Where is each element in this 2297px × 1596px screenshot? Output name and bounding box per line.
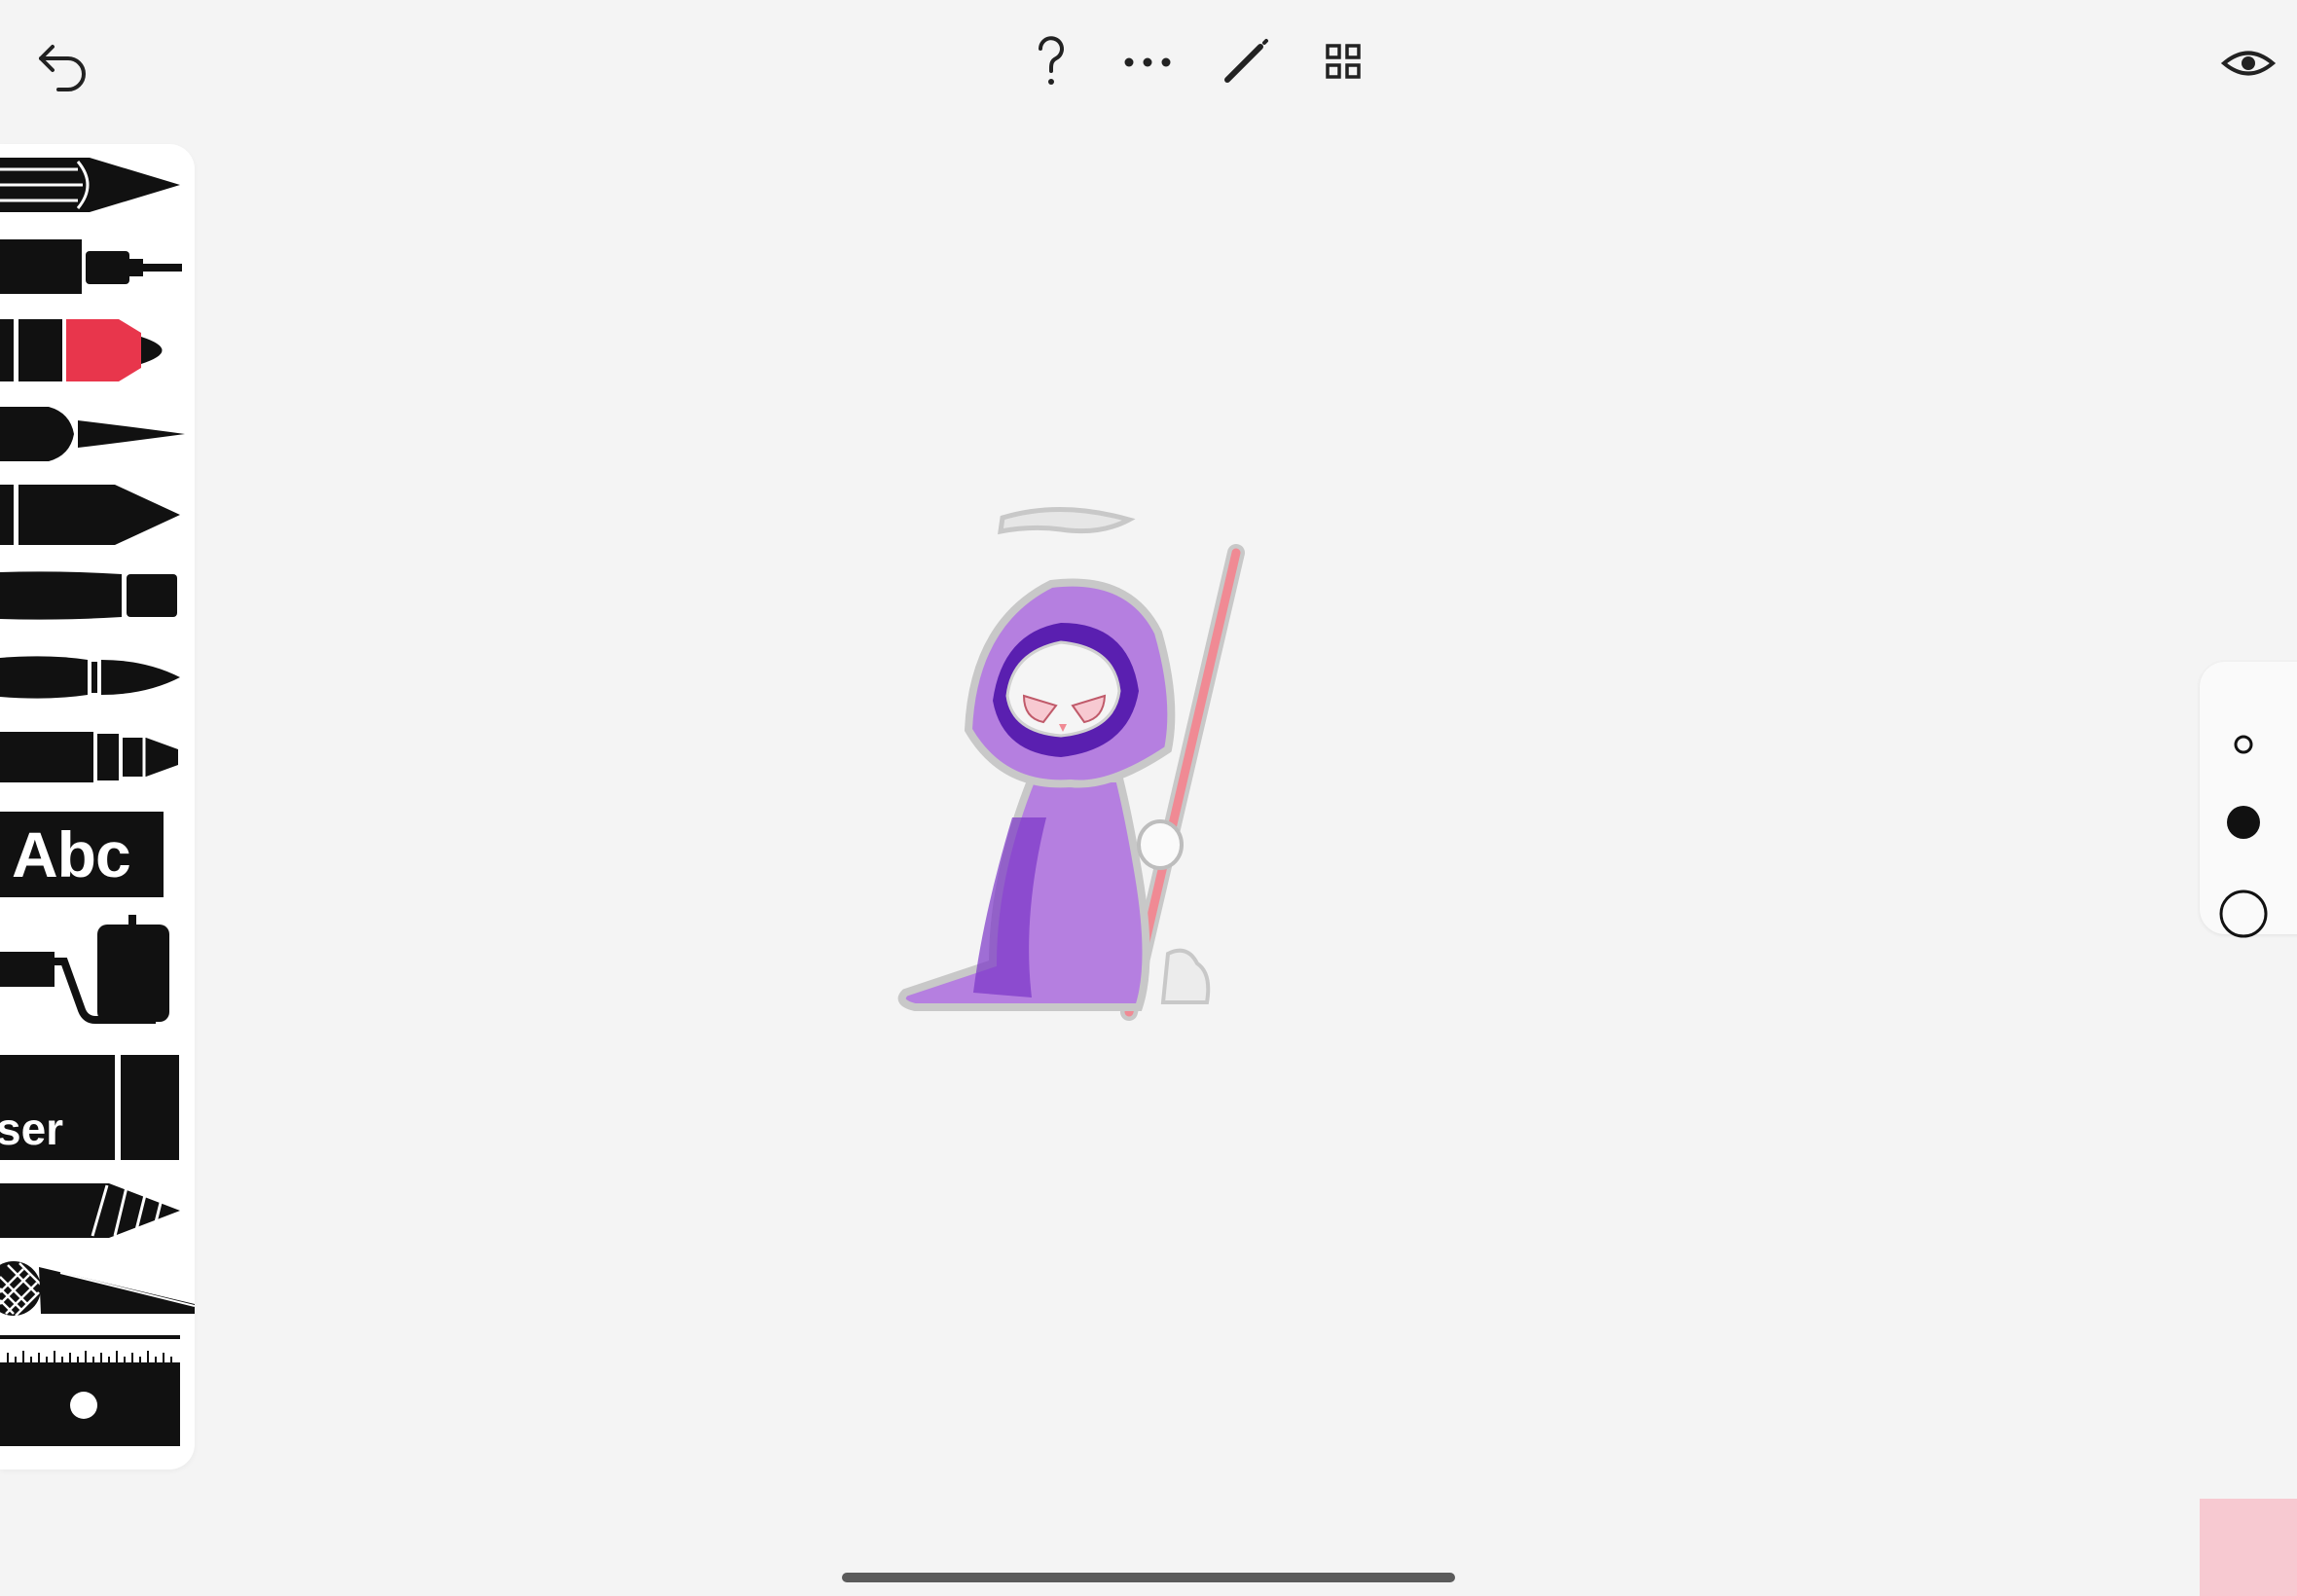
brush-size-panel — [2200, 662, 2297, 938]
tool-text[interactable]: Abc — [0, 812, 165, 897]
gallery-button[interactable] — [1309, 27, 1377, 95]
ruler-icon — [0, 1335, 180, 1446]
pencil-tool-icon — [0, 485, 180, 545]
tool-fineliner[interactable] — [0, 156, 195, 216]
fineliner-pen-icon — [0, 158, 180, 212]
filled-dot-icon — [2227, 806, 2260, 839]
cutter-icon — [0, 1261, 195, 1317]
felt-tip-icon — [0, 732, 178, 782]
large-ring-icon — [2219, 889, 2268, 938]
tool-cutter[interactable] — [0, 1259, 195, 1318]
undo-arrow-icon — [39, 45, 86, 91]
eraser-label: ser — [0, 1104, 64, 1154]
brush-pen-icon — [0, 407, 185, 461]
crayon-icon — [0, 571, 177, 620]
fill-bucket-icon — [0, 915, 169, 1024]
question-mark-icon — [1039, 36, 1064, 85]
draw-button[interactable] — [1212, 27, 1280, 95]
tool-crayon[interactable] — [0, 568, 195, 623]
pencil-icon — [1224, 39, 1268, 83]
size-medium[interactable] — [2200, 788, 2287, 856]
more-button[interactable] — [1113, 27, 1182, 95]
tool-calligraphy[interactable] — [0, 403, 195, 465]
size-small[interactable] — [2200, 710, 2287, 779]
technical-pen-icon — [0, 239, 182, 294]
marker-icon — [0, 319, 163, 381]
current-color-swatch[interactable] — [2200, 1499, 2297, 1596]
size-large[interactable] — [2200, 880, 2287, 948]
canvas-drawing — [897, 507, 1245, 1021]
paintbrush-icon — [0, 656, 180, 699]
tool-marker[interactable] — [0, 315, 195, 385]
undo-button[interactable] — [29, 31, 97, 99]
tool-pencil[interactable] — [0, 483, 195, 547]
tool-paintbrush[interactable] — [0, 650, 195, 705]
tool-smudge[interactable] — [0, 1179, 195, 1240]
tool-ruler[interactable] — [0, 1333, 195, 1450]
tool-technical-pen[interactable] — [0, 237, 195, 298]
ellipsis-icon — [1124, 57, 1171, 67]
top-toolbar — [0, 0, 2297, 127]
text-tool-label: Abc — [12, 818, 131, 890]
tool-fill[interactable] — [0, 913, 195, 1039]
preview-button[interactable] — [2214, 29, 2282, 97]
smudge-icon — [0, 1183, 180, 1238]
tool-eraser[interactable]: ser — [0, 1053, 185, 1162]
tool-felt-tip[interactable] — [0, 728, 195, 786]
eye-icon — [2220, 51, 2277, 76]
tool-panel: Abc ser — [0, 144, 195, 1469]
small-ring-icon — [2234, 735, 2253, 754]
grid-icon — [1326, 44, 1361, 79]
help-button[interactable] — [1017, 27, 1085, 95]
home-indicator — [842, 1573, 1455, 1582]
